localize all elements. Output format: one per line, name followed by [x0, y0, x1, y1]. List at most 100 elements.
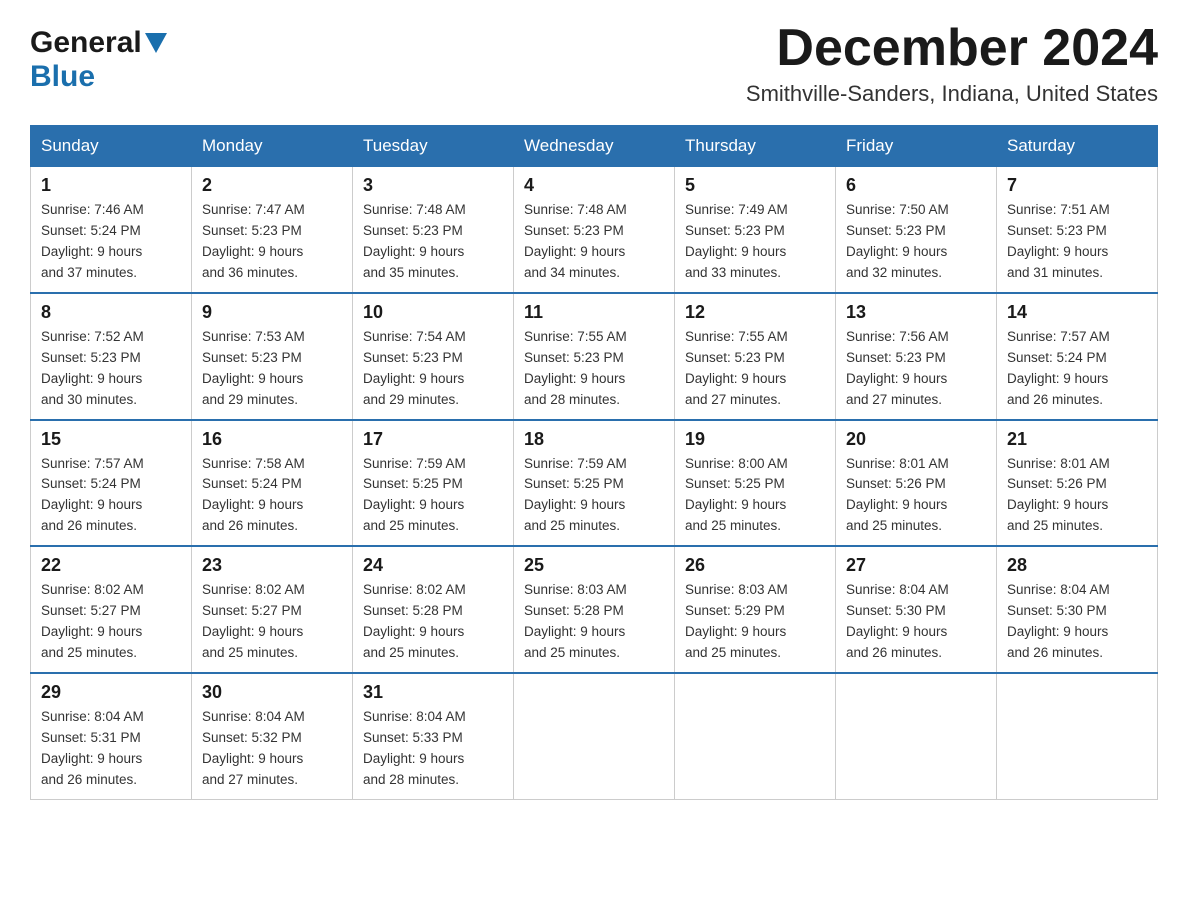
- day-info: Sunrise: 7:52 AMSunset: 5:23 PMDaylight:…: [41, 327, 181, 411]
- day-number: 27: [846, 555, 986, 576]
- calendar-week-row: 8Sunrise: 7:52 AMSunset: 5:23 PMDaylight…: [31, 293, 1158, 420]
- day-info: Sunrise: 8:01 AMSunset: 5:26 PMDaylight:…: [846, 454, 986, 538]
- day-of-week-header: Sunday: [31, 126, 192, 167]
- day-info: Sunrise: 8:01 AMSunset: 5:26 PMDaylight:…: [1007, 454, 1147, 538]
- day-number: 17: [363, 429, 503, 450]
- day-number: 3: [363, 175, 503, 196]
- day-of-week-header: Wednesday: [514, 126, 675, 167]
- calendar-day-cell: 16Sunrise: 7:58 AMSunset: 5:24 PMDayligh…: [192, 420, 353, 547]
- day-info: Sunrise: 8:02 AMSunset: 5:28 PMDaylight:…: [363, 580, 503, 664]
- day-info: Sunrise: 7:49 AMSunset: 5:23 PMDaylight:…: [685, 200, 825, 284]
- calendar-day-cell: 23Sunrise: 8:02 AMSunset: 5:27 PMDayligh…: [192, 546, 353, 673]
- day-info: Sunrise: 7:48 AMSunset: 5:23 PMDaylight:…: [363, 200, 503, 284]
- day-of-week-header: Saturday: [997, 126, 1158, 167]
- day-number: 4: [524, 175, 664, 196]
- day-info: Sunrise: 8:00 AMSunset: 5:25 PMDaylight:…: [685, 454, 825, 538]
- day-info: Sunrise: 7:59 AMSunset: 5:25 PMDaylight:…: [363, 454, 503, 538]
- calendar-day-cell: 5 Sunrise: 7:49 AMSunset: 5:23 PMDaylight…: [675, 167, 836, 293]
- title-block: December 2024 Smithville-Sanders, Indian…: [746, 20, 1158, 107]
- day-info: Sunrise: 7:48 AMSunset: 5:23 PMDaylight:…: [524, 200, 664, 284]
- day-of-week-header: Tuesday: [353, 126, 514, 167]
- calendar-week-row: 15 Sunrise: 7:57 AMSunset: 5:24 PMDayligh…: [31, 420, 1158, 547]
- logo-general-text: General: [30, 26, 142, 60]
- day-number: 18: [524, 429, 664, 450]
- calendar-day-cell: 30 Sunrise: 8:04 AMSunset: 5:32 PMDayligh…: [192, 673, 353, 799]
- calendar-day-cell: 24 Sunrise: 8:02 AMSunset: 5:28 PMDayligh…: [353, 546, 514, 673]
- day-info: Sunrise: 7:57 AMSunset: 5:24 PMDaylight:…: [41, 454, 181, 538]
- logo-blue-text: Blue: [30, 60, 95, 94]
- day-number: 7: [1007, 175, 1147, 196]
- calendar-day-cell: [836, 673, 997, 799]
- calendar-day-cell: 3 Sunrise: 7:48 AMSunset: 5:23 PMDaylight…: [353, 167, 514, 293]
- day-number: 5: [685, 175, 825, 196]
- day-number: 21: [1007, 429, 1147, 450]
- day-info: Sunrise: 8:04 AMSunset: 5:32 PMDaylight:…: [202, 707, 342, 791]
- logo-arrow-icon: [145, 33, 167, 58]
- day-number: 6: [846, 175, 986, 196]
- calendar-week-row: 22 Sunrise: 8:02 AMSunset: 5:27 PMDayligh…: [31, 546, 1158, 673]
- calendar-day-cell: 8Sunrise: 7:52 AMSunset: 5:23 PMDaylight…: [31, 293, 192, 420]
- calendar-week-row: 29 Sunrise: 8:04 AMSunset: 5:31 PMDayligh…: [31, 673, 1158, 799]
- calendar-day-cell: 26Sunrise: 8:03 AMSunset: 5:29 PMDayligh…: [675, 546, 836, 673]
- day-number: 19: [685, 429, 825, 450]
- day-number: 10: [363, 302, 503, 323]
- day-number: 23: [202, 555, 342, 576]
- calendar-day-cell: 31Sunrise: 8:04 AMSunset: 5:33 PMDayligh…: [353, 673, 514, 799]
- day-info: Sunrise: 8:04 AMSunset: 5:31 PMDaylight:…: [41, 707, 181, 791]
- calendar-day-cell: [514, 673, 675, 799]
- day-info: Sunrise: 7:55 AMSunset: 5:23 PMDaylight:…: [524, 327, 664, 411]
- calendar-day-cell: 14 Sunrise: 7:57 AMSunset: 5:24 PMDayligh…: [997, 293, 1158, 420]
- day-number: 1: [41, 175, 181, 196]
- day-of-week-header: Monday: [192, 126, 353, 167]
- day-info: Sunrise: 7:46 AMSunset: 5:24 PMDaylight:…: [41, 200, 181, 284]
- calendar-day-cell: 4 Sunrise: 7:48 AMSunset: 5:23 PMDaylight…: [514, 167, 675, 293]
- calendar-week-row: 1 Sunrise: 7:46 AMSunset: 5:24 PMDaylight…: [31, 167, 1158, 293]
- day-info: Sunrise: 8:04 AMSunset: 5:30 PMDaylight:…: [846, 580, 986, 664]
- day-number: 31: [363, 682, 503, 703]
- day-number: 30: [202, 682, 342, 703]
- calendar-day-cell: 11 Sunrise: 7:55 AMSunset: 5:23 PMDayligh…: [514, 293, 675, 420]
- calendar-day-cell: 21 Sunrise: 8:01 AMSunset: 5:26 PMDayligh…: [997, 420, 1158, 547]
- calendar-day-cell: 25Sunrise: 8:03 AMSunset: 5:28 PMDayligh…: [514, 546, 675, 673]
- day-of-week-header: Thursday: [675, 126, 836, 167]
- day-number: 28: [1007, 555, 1147, 576]
- calendar-day-cell: 29 Sunrise: 8:04 AMSunset: 5:31 PMDayligh…: [31, 673, 192, 799]
- day-info: Sunrise: 7:56 AMSunset: 5:23 PMDaylight:…: [846, 327, 986, 411]
- day-number: 22: [41, 555, 181, 576]
- day-info: Sunrise: 8:04 AMSunset: 5:30 PMDaylight:…: [1007, 580, 1147, 664]
- day-number: 29: [41, 682, 181, 703]
- calendar-day-cell: 28 Sunrise: 8:04 AMSunset: 5:30 PMDayligh…: [997, 546, 1158, 673]
- day-info: Sunrise: 8:02 AMSunset: 5:27 PMDaylight:…: [41, 580, 181, 664]
- calendar-day-cell: [675, 673, 836, 799]
- month-title: December 2024: [746, 20, 1158, 77]
- calendar-day-cell: 12 Sunrise: 7:55 AMSunset: 5:23 PMDayligh…: [675, 293, 836, 420]
- day-number: 9: [202, 302, 342, 323]
- logo: General Blue: [30, 20, 167, 94]
- day-number: 12: [685, 302, 825, 323]
- day-info: Sunrise: 7:55 AMSunset: 5:23 PMDaylight:…: [685, 327, 825, 411]
- calendar-day-cell: 6 Sunrise: 7:50 AMSunset: 5:23 PMDaylight…: [836, 167, 997, 293]
- calendar-day-cell: 9 Sunrise: 7:53 AMSunset: 5:23 PMDaylight…: [192, 293, 353, 420]
- day-info: Sunrise: 7:54 AMSunset: 5:23 PMDaylight:…: [363, 327, 503, 411]
- day-info: Sunrise: 7:53 AMSunset: 5:23 PMDaylight:…: [202, 327, 342, 411]
- day-info: Sunrise: 7:51 AMSunset: 5:23 PMDaylight:…: [1007, 200, 1147, 284]
- day-number: 25: [524, 555, 664, 576]
- calendar-day-cell: 10 Sunrise: 7:54 AMSunset: 5:23 PMDayligh…: [353, 293, 514, 420]
- day-number: 15: [41, 429, 181, 450]
- calendar-header-row: SundayMondayTuesdayWednesdayThursdayFrid…: [31, 126, 1158, 167]
- calendar-day-cell: 7 Sunrise: 7:51 AMSunset: 5:23 PMDaylight…: [997, 167, 1158, 293]
- day-number: 26: [685, 555, 825, 576]
- calendar-day-cell: [997, 673, 1158, 799]
- calendar-day-cell: 13 Sunrise: 7:56 AMSunset: 5:23 PMDayligh…: [836, 293, 997, 420]
- day-info: Sunrise: 7:50 AMSunset: 5:23 PMDaylight:…: [846, 200, 986, 284]
- day-info: Sunrise: 7:57 AMSunset: 5:24 PMDaylight:…: [1007, 327, 1147, 411]
- calendar-table: SundayMondayTuesdayWednesdayThursdayFrid…: [30, 125, 1158, 799]
- calendar-day-cell: 19 Sunrise: 8:00 AMSunset: 5:25 PMDayligh…: [675, 420, 836, 547]
- location-subtitle: Smithville-Sanders, Indiana, United Stat…: [746, 81, 1158, 107]
- day-number: 24: [363, 555, 503, 576]
- calendar-day-cell: 15 Sunrise: 7:57 AMSunset: 5:24 PMDayligh…: [31, 420, 192, 547]
- calendar-day-cell: 1 Sunrise: 7:46 AMSunset: 5:24 PMDaylight…: [31, 167, 192, 293]
- day-number: 13: [846, 302, 986, 323]
- day-number: 14: [1007, 302, 1147, 323]
- day-number: 11: [524, 302, 664, 323]
